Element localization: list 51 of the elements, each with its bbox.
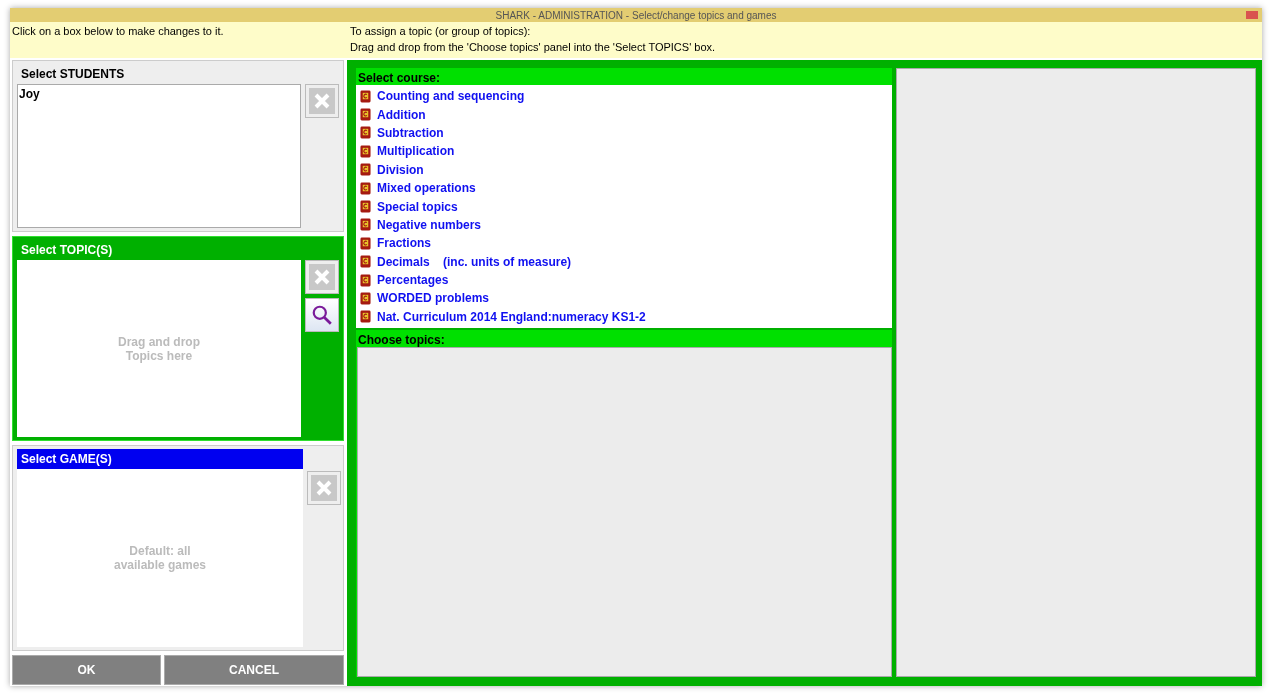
instruction-text: Click on a box below to make changes to it. [12, 25, 225, 39]
topic-list[interactable] [357, 347, 892, 677]
book-icon [360, 108, 371, 122]
remove-button[interactable] [307, 471, 341, 505]
course-link[interactable]: Mixed operations [377, 181, 476, 196]
student-item[interactable]: Joy [18, 85, 300, 103]
course-link[interactable]: Special topics [377, 199, 458, 214]
action-button[interactable]: CANCEL [164, 655, 344, 685]
course-link[interactable]: Subtraction [377, 125, 444, 140]
book-icon [360, 144, 371, 158]
close-icon [312, 91, 332, 111]
course-link[interactable]: Decimals (inc. units of measure) [377, 254, 572, 269]
instruction-text: Drag and drop from the 'Choose topics' panel into the 'Select TOPICS' box. [350, 41, 716, 53]
instruction-text: To assign a topic (or group of topics): [350, 25, 532, 37]
drop-placeholder: Default: all available games [113, 544, 207, 572]
course-link[interactable]: Percentages [377, 273, 449, 288]
course-link[interactable]: Nat. Curriculum 2014 England:numeracy KS1-2 [377, 309, 646, 324]
book-icon [360, 292, 371, 305]
book-icon [360, 218, 371, 232]
panel-header: Select STUDENTS [20, 66, 126, 83]
book-icon [360, 255, 371, 269]
remove-button[interactable] [305, 84, 339, 118]
book-icon [360, 126, 371, 140]
course-link[interactable]: Fractions [377, 236, 431, 251]
book-icon [360, 236, 371, 250]
book-icon [360, 200, 371, 214]
action-button[interactable]: OK [12, 655, 161, 685]
book-icon [360, 181, 371, 195]
course-link[interactable]: Multiplication [377, 144, 455, 159]
close-button[interactable] [1246, 11, 1258, 19]
close-icon [312, 267, 332, 287]
panel-header: Select GAME(S) [17, 449, 303, 469]
search-button[interactable] [305, 298, 339, 332]
book-icon [360, 273, 371, 287]
book-icon [360, 310, 371, 324]
book-icon [360, 89, 371, 103]
course-link[interactable]: Negative numbers [377, 217, 482, 232]
student-list[interactable]: Joy [17, 84, 301, 228]
window-title: SHARK - ADMINISTRATION - Select/change topics and games [495, 9, 777, 21]
panel-header: Select course: [356, 68, 892, 85]
course-link[interactable]: Counting and sequencing [377, 89, 525, 104]
selection-panel[interactable]: Select STUDENTS Joy [12, 60, 344, 232]
course-link[interactable]: WORDED problems [377, 291, 489, 306]
course-link[interactable]: Division [377, 162, 424, 177]
drop-placeholder: Drag and drop Topics here [118, 334, 200, 363]
book-icon [360, 163, 371, 177]
panel-header: Select TOPIC(S) [20, 242, 114, 259]
course-link[interactable]: Addition [377, 107, 426, 122]
search-icon [311, 304, 333, 326]
selection-panel[interactable]: Select GAME(S) Default: all available games [12, 445, 344, 651]
close-icon [314, 478, 334, 498]
